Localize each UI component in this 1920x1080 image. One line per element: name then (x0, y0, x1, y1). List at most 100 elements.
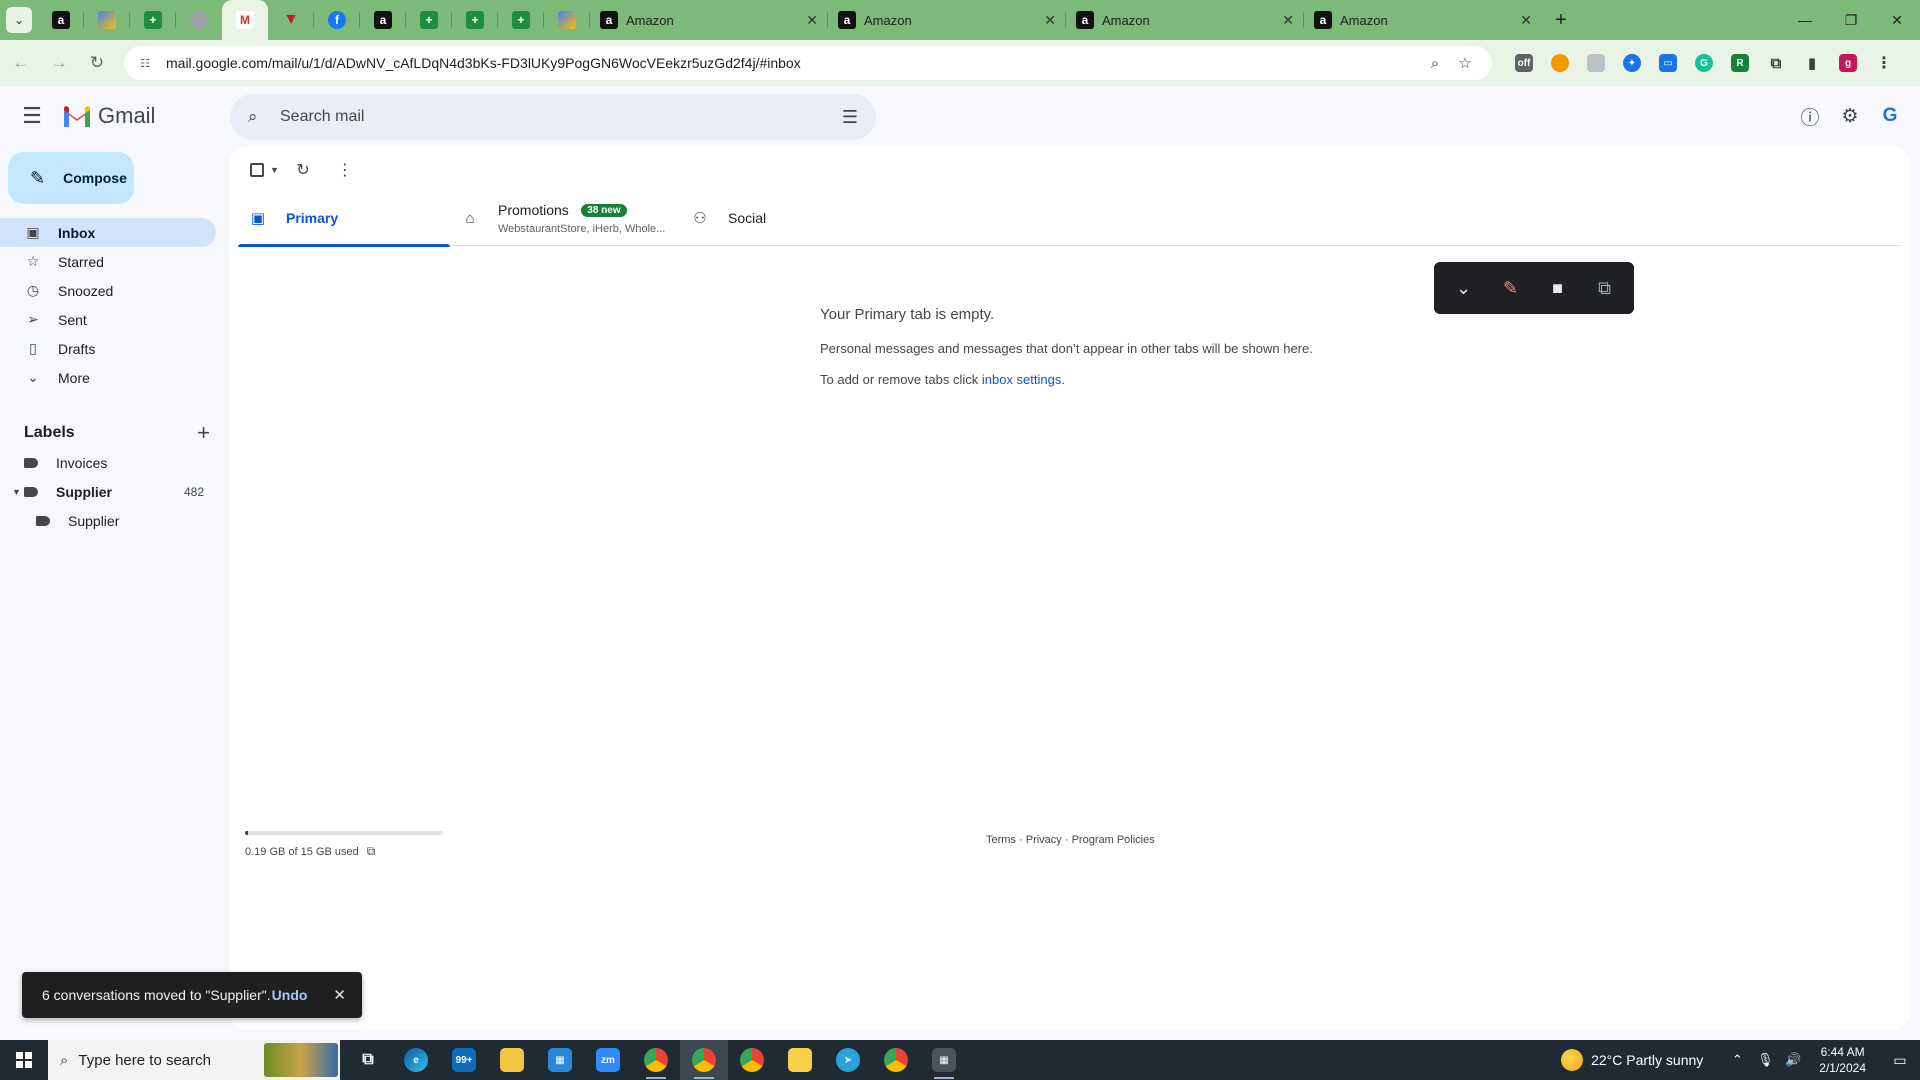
pinned-tab-sheet-3[interactable]: + (452, 0, 498, 40)
pinned-tab-amazon[interactable]: a (38, 0, 84, 40)
more-options-icon[interactable]: ⋮ (327, 160, 363, 180)
close-window-button[interactable]: ✕ (1874, 0, 1920, 40)
browser-tab[interactable]: a Amazon ✕ (1304, 0, 1542, 40)
taskbar-store[interactable]: ▦ (536, 1040, 584, 1080)
profile-button[interactable]: g (1830, 45, 1866, 81)
close-icon[interactable]: ✕ (1520, 12, 1532, 29)
select-dropdown-icon[interactable]: ▼ (270, 165, 279, 175)
extension-grid[interactable] (1578, 45, 1614, 81)
sidebar-item-drafts[interactable]: ▯ Drafts (0, 334, 216, 363)
compose-button[interactable]: ✎ Compose (8, 152, 134, 204)
taskbar-mail[interactable]: 99+ (440, 1040, 488, 1080)
taskbar-search-input[interactable]: Type here to search (78, 1052, 264, 1069)
taskbar-file-explorer[interactable] (488, 1040, 536, 1080)
mic-off-icon[interactable]: ✎ (1491, 268, 1531, 308)
gmail-logo[interactable]: Gmail (62, 103, 155, 129)
extension-blue[interactable]: ✦ (1614, 45, 1650, 81)
pinned-tab-sheet[interactable]: + (130, 0, 176, 40)
taskbar-chrome-3[interactable] (872, 1040, 920, 1080)
refresh-icon[interactable]: ↻ (285, 160, 321, 180)
search-input[interactable]: Search mail (280, 108, 842, 126)
taskbar-calculator[interactable]: ▦ (920, 1040, 968, 1080)
close-icon[interactable]: ✕ (1044, 12, 1056, 29)
undo-button[interactable]: Undo (272, 987, 308, 1003)
taskbar-zoom[interactable]: zm (584, 1040, 632, 1080)
help-icon[interactable]: ⓘ (1790, 96, 1830, 136)
main-menu-button[interactable]: ☰ (8, 92, 56, 140)
pinned-tab-sheet-2[interactable]: + (406, 0, 452, 40)
extensions-menu-button[interactable]: ⧉ (1758, 45, 1794, 81)
extension-teal[interactable]: ▭ (1650, 45, 1686, 81)
terms-link[interactable]: Terms (986, 834, 1016, 846)
program-policies-link[interactable]: Program Policies (1072, 834, 1155, 846)
weather-widget[interactable]: 22°C Partly sunny (1561, 1049, 1703, 1071)
site-info-icon[interactable]: ☷ (136, 54, 154, 72)
start-button[interactable] (0, 1040, 48, 1080)
sidebar-item-starred[interactable]: ☆ Starred (0, 247, 216, 276)
account-avatar[interactable]: G (1870, 96, 1910, 136)
close-icon[interactable]: ✕ (1282, 12, 1294, 29)
taskbar-chrome-profile[interactable] (680, 1040, 728, 1080)
side-panel-button[interactable]: ▮ (1794, 45, 1830, 81)
forward-button[interactable]: → (42, 46, 76, 80)
privacy-link[interactable]: Privacy (1026, 834, 1062, 846)
speaker-icon[interactable]: 🔊 (1781, 1052, 1805, 1068)
label-item-invoices[interactable]: Invoices (0, 448, 216, 477)
pinned-tab-gmail[interactable]: M (222, 0, 268, 40)
label-item-supplier[interactable]: ▼ Supplier 482 (0, 477, 216, 506)
close-icon[interactable]: ✕ (333, 986, 346, 1004)
back-button[interactable]: ← (4, 46, 38, 80)
tab-social[interactable]: ⚇ Social (680, 190, 892, 246)
pinned-tab-sheet-4[interactable]: + (498, 0, 544, 40)
tab-promotions[interactable]: ⌂ Promotions 38 new WebstaurantStore, iH… (450, 190, 680, 246)
extension-rs[interactable]: R (1722, 45, 1758, 81)
zoom-icon[interactable]: ⌕ (1420, 55, 1450, 72)
search-icon[interactable]: ⌕ (248, 107, 272, 127)
notification-center-icon[interactable]: ▭ (1880, 1040, 1920, 1080)
pinned-tab-amazon-2[interactable]: a (360, 0, 406, 40)
bookmark-star-icon[interactable]: ☆ (1450, 54, 1480, 72)
popout-icon[interactable]: ⧉ (1585, 268, 1625, 308)
pinned-tab-tool-2[interactable] (544, 0, 590, 40)
browser-tab[interactable]: a Amazon ✕ (1066, 0, 1304, 40)
select-all-checkbox[interactable] (250, 163, 264, 177)
taskbar-search[interactable]: ⌕ Type here to search (48, 1040, 340, 1080)
task-view-button[interactable]: ⧉ (344, 1040, 392, 1080)
extension-orange[interactable] (1542, 45, 1578, 81)
add-label-button[interactable]: + (197, 420, 210, 446)
pinned-tab-tool[interactable] (84, 0, 130, 40)
address-bar[interactable]: ☷ mail.google.com/mail/u/1/d/ADwNV_cAfLD… (124, 46, 1492, 80)
open-external-icon[interactable]: ⧉ (367, 844, 376, 859)
taskbar-sticky-notes[interactable] (776, 1040, 824, 1080)
new-tab-button[interactable]: + (1546, 5, 1576, 35)
camera-icon[interactable]: ■ (1538, 268, 1578, 308)
tab-search-button[interactable]: ⌄ (6, 7, 32, 33)
extension-grammarly[interactable]: G (1686, 45, 1722, 81)
label-item-supplier-child[interactable]: Supplier (0, 506, 216, 535)
taskbar-chrome-2[interactable] (728, 1040, 776, 1080)
microphone-icon[interactable]: 🎙 (1753, 1052, 1777, 1068)
extension-off[interactable]: off (1506, 45, 1542, 81)
sidebar-item-more[interactable]: ⌄ More (0, 363, 216, 392)
restore-button[interactable]: ❐ (1828, 0, 1874, 40)
inbox-settings-link[interactable]: inbox settings (982, 372, 1062, 387)
clock[interactable]: 6:44 AM 2/1/2024 (1819, 1044, 1866, 1076)
browser-tab[interactable]: a Amazon ✕ (590, 0, 828, 40)
url-text[interactable]: mail.google.com/mail/u/1/d/ADwNV_cAfLDqN… (166, 55, 1420, 71)
pinned-tab-grey[interactable] (176, 0, 222, 40)
chevron-down-icon[interactable]: ⌄ (1444, 268, 1484, 308)
taskbar-edge[interactable]: e (392, 1040, 440, 1080)
pinned-tab-vd[interactable]: ▼ (268, 0, 314, 40)
tab-primary[interactable]: ▣ Primary (238, 190, 450, 247)
browser-tab[interactable]: a Amazon ✕ (828, 0, 1066, 40)
reload-button[interactable]: ↻ (80, 46, 114, 80)
close-icon[interactable]: ✕ (806, 12, 818, 29)
minimize-button[interactable]: — (1782, 0, 1828, 40)
browser-menu-button[interactable]: ⋮ (1866, 45, 1902, 81)
sidebar-item-inbox[interactable]: ▣ Inbox (0, 218, 216, 247)
sidebar-item-sent[interactable]: ➢ Sent (0, 305, 216, 334)
caret-down-icon[interactable]: ▼ (12, 487, 24, 497)
taskbar-chrome[interactable] (632, 1040, 680, 1080)
settings-gear-icon[interactable]: ⚙ (1830, 96, 1870, 136)
search-options-icon[interactable]: ☰ (842, 107, 858, 128)
